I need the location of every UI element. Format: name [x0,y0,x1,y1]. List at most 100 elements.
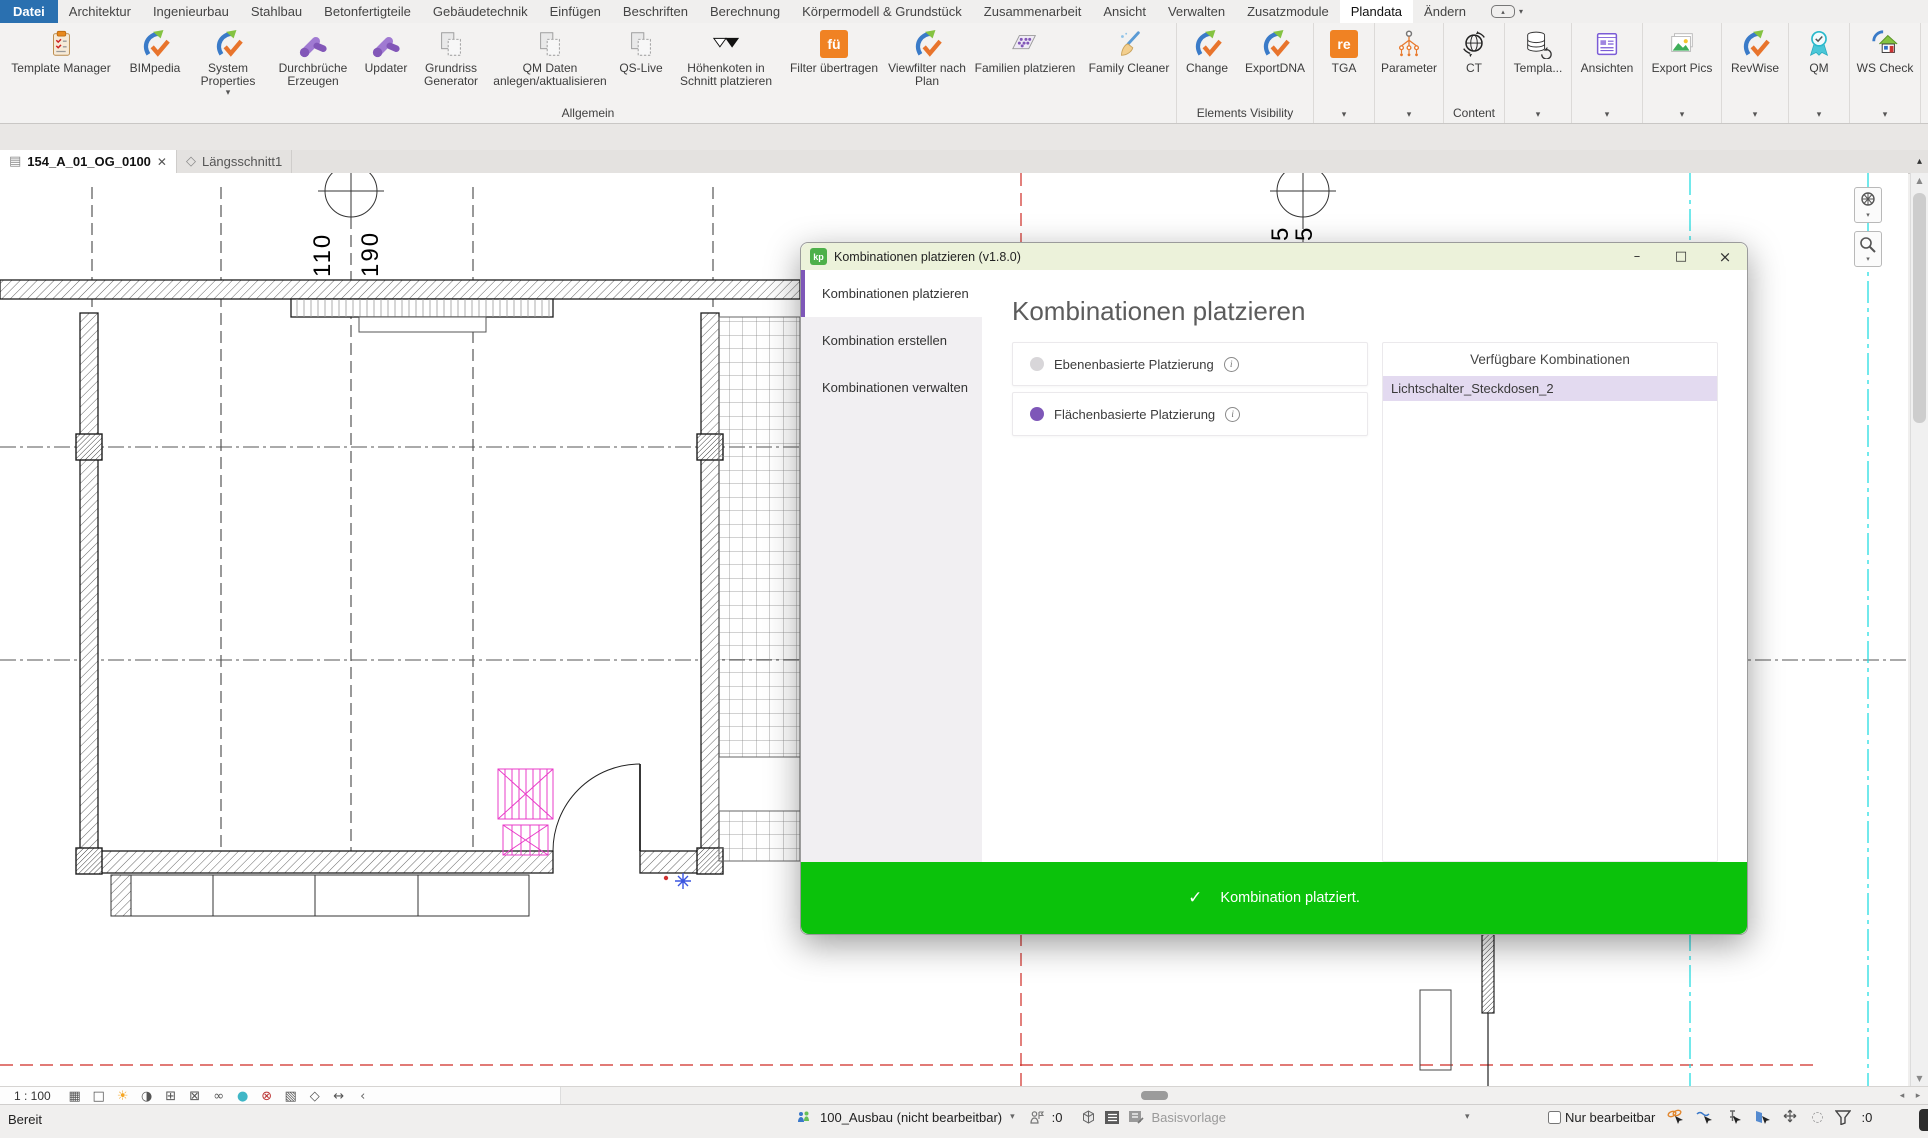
drag-elements-icon[interactable] [1782,1109,1800,1125]
tab-betonfertigteile[interactable]: Betonfertigteile [313,0,422,23]
ribbon-button-tga[interactable]: re TGA [1314,25,1374,75]
ribbon-button-family-cleaner[interactable]: Family Cleaner [1082,25,1176,75]
list-icon[interactable] [1104,1110,1120,1125]
tab-zusammenarbeit[interactable]: Zusammenarbeit [973,0,1093,23]
ribbon-button-ws-check[interactable]: WS Check [1850,25,1920,75]
view-scale-button[interactable]: 1 : 100 [0,1089,63,1103]
select-pinned-icon[interactable] [1724,1109,1742,1125]
tab-verwalten[interactable]: Verwalten [1157,0,1236,23]
close-button[interactable]: × [1703,243,1747,270]
reveal-hidden-icon[interactable]: ∞ [207,1089,231,1104]
ribbon-button-x-rayvit[interactable]: X-Rayvit [1921,25,1928,75]
editable-box-icon[interactable] [1081,1110,1096,1125]
ribbon-display-toggle[interactable]: ▴ ▾ [1491,0,1523,23]
panel-expand-caret[interactable]: ▾ [1407,110,1412,120]
ribbon-button-qs-live[interactable]: QS-Live [612,25,670,75]
scroll-down-icon[interactable]: ▼ [1911,1071,1928,1086]
selection-box-icon[interactable]: ▧ [279,1089,303,1104]
ribbon-button-parameter[interactable]: Parameter [1375,25,1443,75]
visual-style-icon[interactable]: □ [87,1089,111,1104]
steering-wheel-button[interactable]: ▾ [1854,187,1882,223]
list-item[interactable]: Lichtschalter_Steckdosen_2 [1383,376,1717,401]
radio-selected-icon[interactable] [1030,407,1044,421]
editing-requests-icon[interactable] [1029,1110,1044,1125]
scroll-left-icon[interactable]: ◂ [1894,1087,1910,1105]
nav-kombinationen-verwalten[interactable]: Kombinationen verwalten [801,364,982,411]
tab-ingenieurbau[interactable]: Ingenieurbau [142,0,240,23]
vertical-scrollbar[interactable]: ▲ ▼ [1910,173,1928,1086]
ribbon-button-filter-uebertragen[interactable]: fü Filter übertragen [782,25,886,75]
design-options-icon[interactable] [1128,1110,1144,1125]
ribbon-button-qm[interactable]: QM [1789,25,1849,75]
tab-gebaeudetechnik[interactable]: Gebäudetechnik [422,0,539,23]
panel-expand-caret[interactable]: ▾ [1342,110,1347,120]
vertical-scroll-thumb[interactable] [1913,193,1926,423]
tab-list-caret-icon[interactable]: ▴ [1911,150,1928,173]
ribbon-button-durchbrueche-erzeugen[interactable]: Durchbrüche Erzeugen [268,25,358,88]
panel-expand-caret[interactable]: ▾ [1817,110,1822,120]
panel-expand-caret[interactable]: ▾ [1536,110,1541,120]
ribbon-button-bimpedia[interactable]: BIMpedia [122,25,188,75]
tab-beschriften[interactable]: Beschriften [612,0,699,23]
shadows-icon[interactable]: ◑ [135,1089,159,1104]
ribbon-button-change[interactable]: Change [1177,25,1237,75]
tab-aendern[interactable]: Ändern [1413,0,1477,23]
ribbon-button-templa[interactable]: Templa... [1505,25,1571,75]
ribbon-button-ct[interactable]: CT [1444,25,1504,75]
radio-unselected-icon[interactable] [1030,357,1044,371]
ribbon-button-revwise[interactable]: RevWise [1722,25,1788,75]
collapse-bar-icon[interactable]: ‹ [351,1089,375,1104]
design-option-selector[interactable]: Basisvorlage ▾ [1152,1110,1470,1125]
tab-berechnung[interactable]: Berechnung [699,0,791,23]
ribbon-button-grundriss-generator[interactable]: Grundriss Generator [414,25,488,88]
horizontal-scroll-thumb[interactable] [1141,1091,1168,1100]
active-workset-selector[interactable]: 100_Ausbau (nicht bearbeitbar) [820,1110,1002,1125]
ribbon-button-updater[interactable]: Updater [358,25,414,75]
ribbon-button-qm-daten[interactable]: QM Daten anlegen/aktualisieren [488,25,612,88]
select-links-icon[interactable] [1666,1109,1684,1125]
show-crop-icon[interactable]: ⊠ [183,1089,207,1104]
tab-ansicht[interactable]: Ansicht [1092,0,1157,23]
info-icon[interactable]: i [1224,357,1239,372]
scroll-right-icon[interactable]: ▸ [1910,1087,1926,1105]
background-processes-icon[interactable]: ◌ [1811,1109,1823,1125]
ribbon-button-template-manager[interactable]: Template Manager [0,25,122,75]
crop-view-icon[interactable]: ⊞ [159,1089,183,1104]
reveal-constraints-icon[interactable]: ◇ [303,1089,327,1104]
panel-expand-caret[interactable]: ▾ [1883,110,1888,120]
nav-kombination-erstellen[interactable]: Kombination erstellen [801,317,982,364]
close-icon[interactable]: ✕ [157,155,167,169]
tab-zusatzmodule[interactable]: Zusatzmodule [1236,0,1340,23]
ribbon-button-exportdna[interactable]: ExportDNA [1237,25,1313,75]
dialog-title-bar[interactable]: kp Kombinationen platzieren (v1.8.0) – □… [801,243,1747,270]
temporary-hide-icon[interactable]: ● [231,1089,255,1104]
tab-datei[interactable]: Datei [0,0,58,23]
checkbox-input[interactable] [1548,1111,1561,1124]
option-ebenenbasiert[interactable]: Ebenenbasierte Platzierung i [1012,342,1368,386]
measure-icon[interactable]: ↔ [327,1089,351,1104]
scroll-up-icon[interactable]: ▲ [1911,173,1928,188]
select-underlay-icon[interactable] [1695,1109,1713,1125]
panel-expand-caret[interactable]: ▾ [1680,110,1685,120]
editable-only-checkbox[interactable]: Nur bearbeitbar [1548,1110,1655,1125]
view-tab-section[interactable]: ◇ Längsschnitt1 [177,150,292,173]
filter-icon[interactable] [1835,1110,1851,1125]
select-elements-by-face-icon[interactable] [1753,1109,1771,1125]
tab-einfuegen[interactable]: Einfügen [539,0,612,23]
ribbon-button-system-properties[interactable]: System Properties ▾ [188,25,268,98]
panel-expand-caret[interactable]: ▾ [1753,110,1758,120]
minimize-button[interactable]: – [1615,243,1659,270]
zoom-button[interactable]: ▾ [1854,231,1882,267]
view-tab-plan[interactable]: ▤ 154_A_01_OG_0100 ✕ [0,150,177,173]
ribbon-button-familien-platzieren[interactable]: Familien platzieren [968,25,1082,75]
ribbon-button-ansichten[interactable]: Ansichten [1572,25,1642,75]
worksharing-display-icon[interactable]: ⊗ [255,1089,279,1104]
maximize-button[interactable]: □ [1659,243,1703,270]
tab-architektur[interactable]: Architektur [58,0,142,23]
info-icon[interactable]: i [1225,407,1240,422]
panel-expand-caret[interactable]: ▾ [1605,110,1610,120]
sun-path-icon[interactable]: ☀ [111,1089,135,1104]
tab-plandata[interactable]: Plandata [1340,0,1413,23]
detail-level-icon[interactable]: ▦ [63,1089,87,1104]
ribbon-button-hoehenkoten[interactable]: Höhenkoten in Schnitt platzieren [670,25,782,88]
